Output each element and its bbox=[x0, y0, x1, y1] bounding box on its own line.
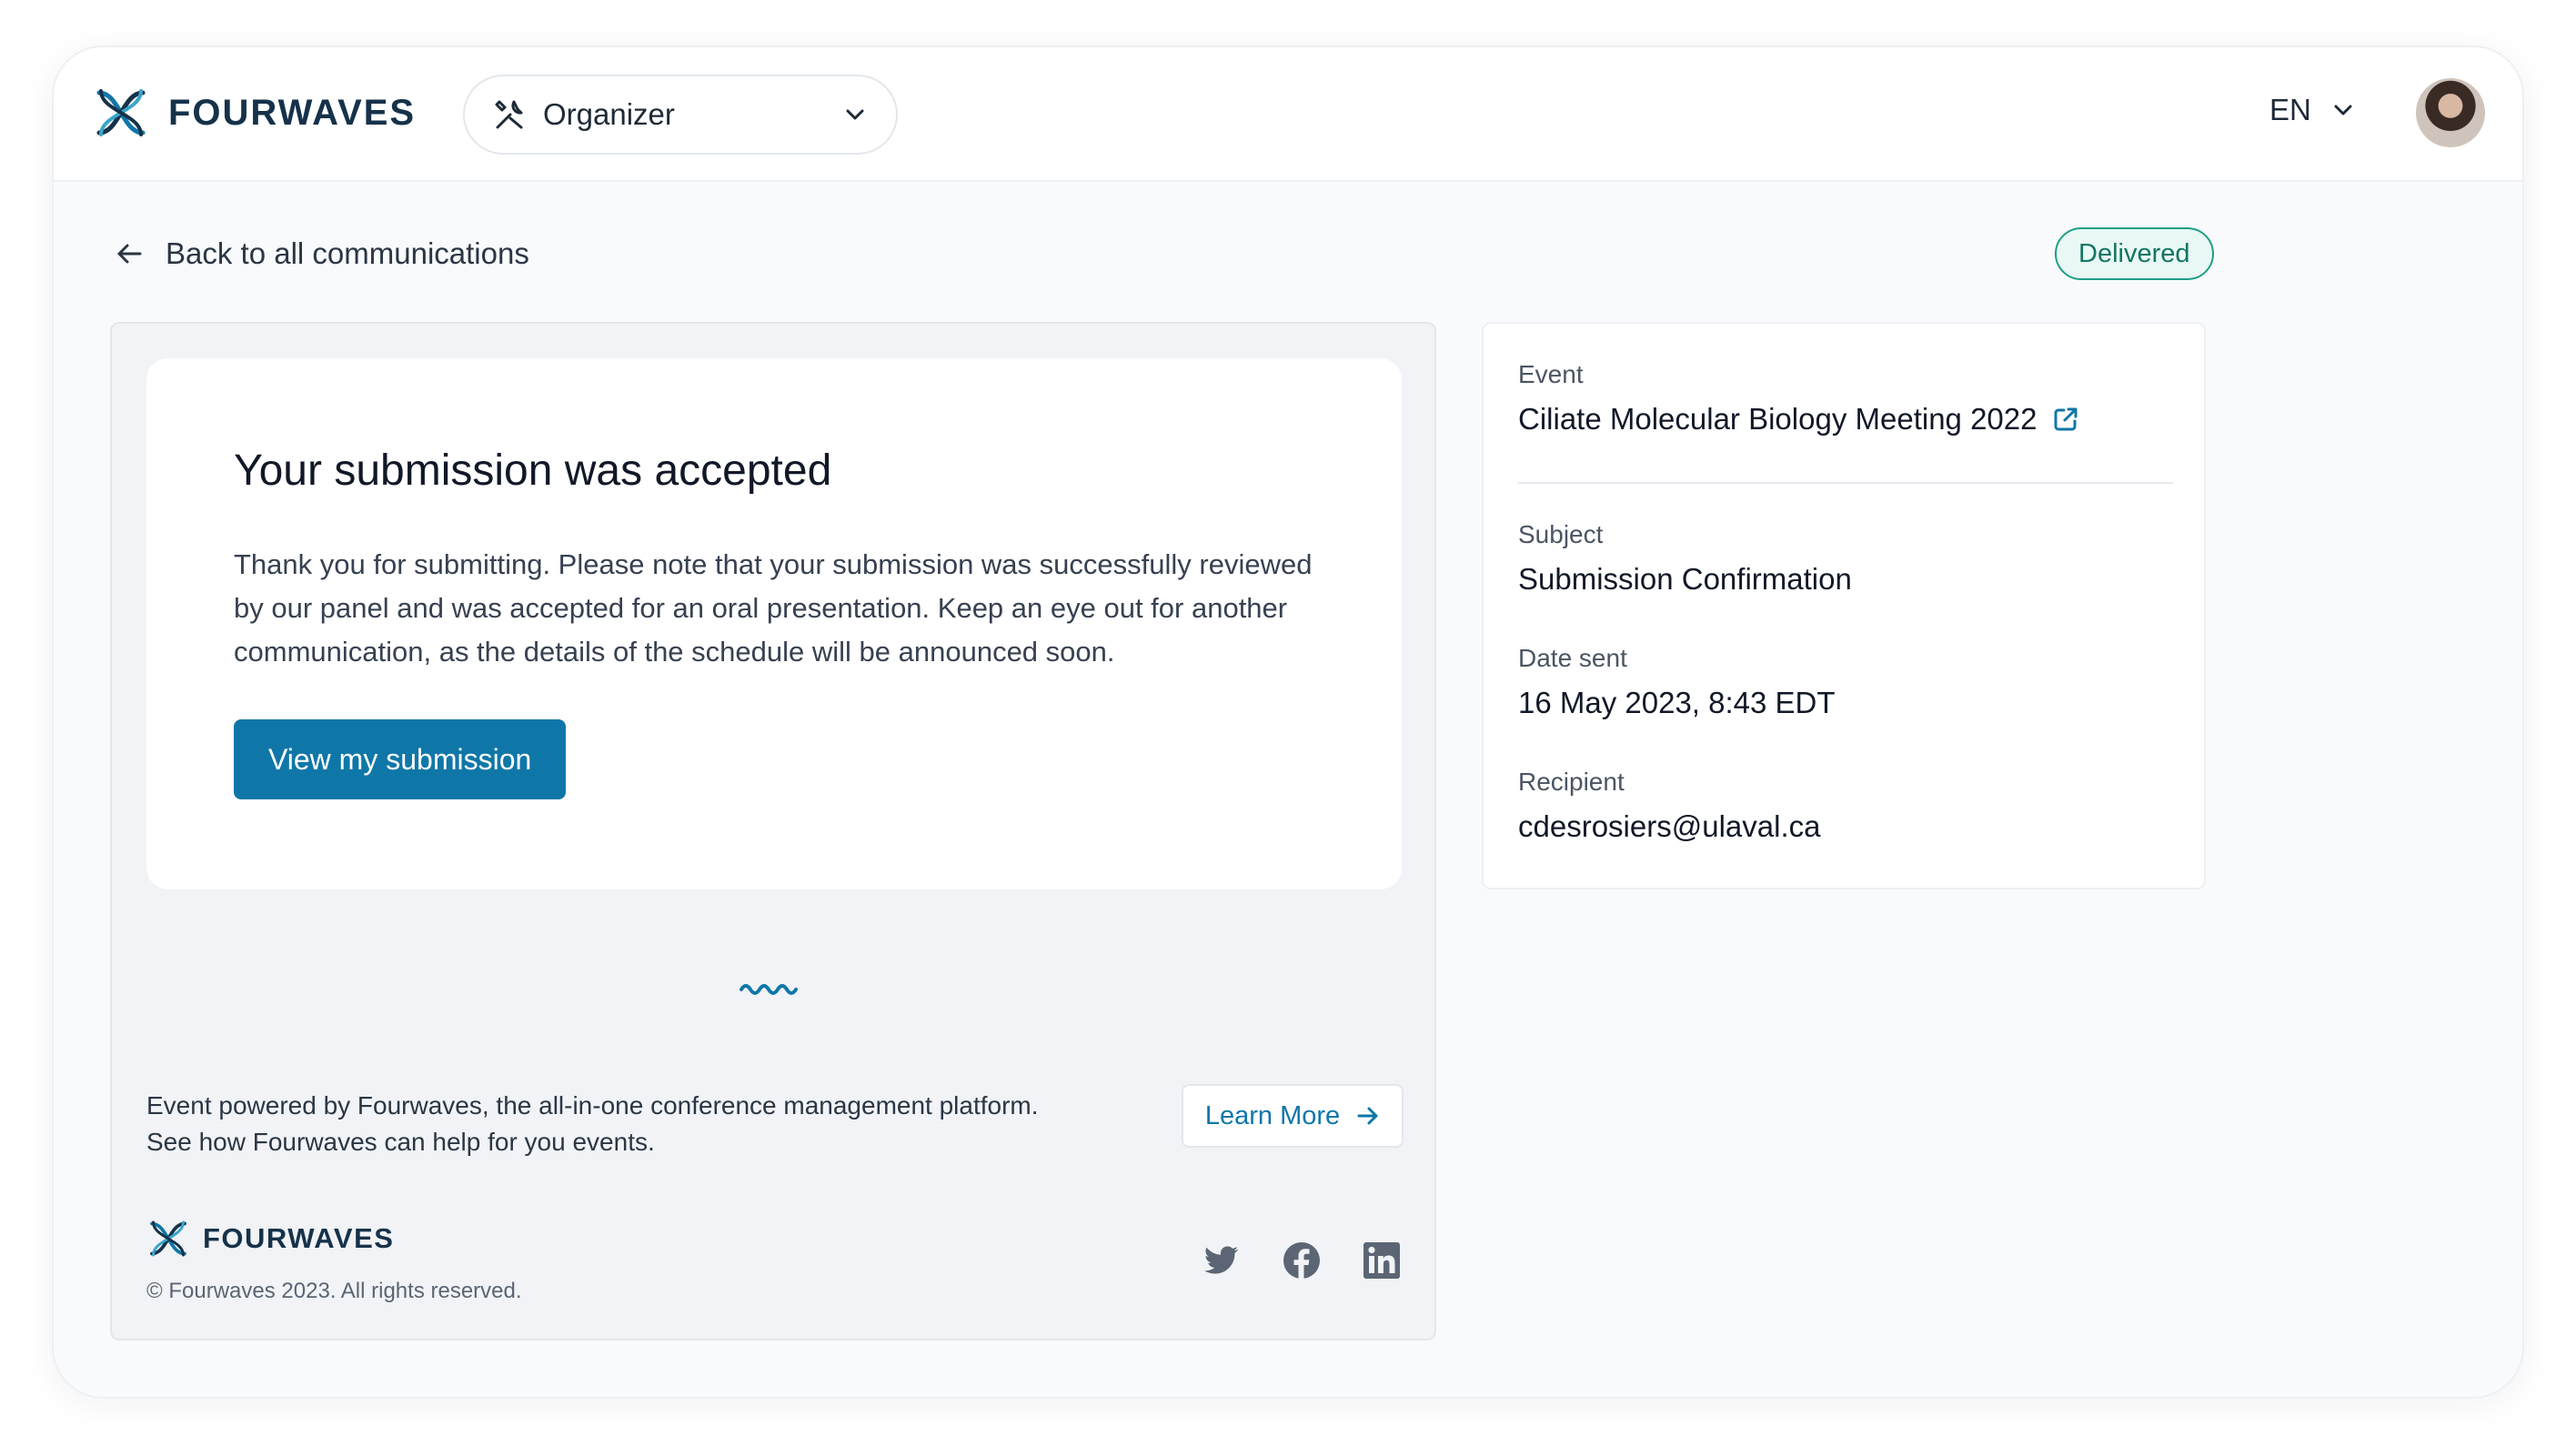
date-sent-value: 16 May 2023, 8:43 EDT bbox=[1518, 686, 1836, 719]
subject-value: Submission Confirmation bbox=[1518, 562, 1852, 596]
top-header: FOURWAVES Organizer EN bbox=[54, 47, 2522, 182]
facebook-icon[interactable] bbox=[1282, 1240, 1322, 1280]
learn-more-button[interactable]: Learn More bbox=[1182, 1084, 1404, 1148]
date-sent-label: Date sent bbox=[1518, 644, 1627, 672]
twitter-icon[interactable] bbox=[1202, 1240, 1242, 1280]
app-window: FOURWAVES Organizer EN Back to all commu… bbox=[52, 45, 2524, 1399]
language-value: EN bbox=[2269, 93, 2311, 126]
brand-logo[interactable]: FOURWAVES bbox=[92, 84, 416, 142]
external-link-icon[interactable] bbox=[2051, 405, 2080, 434]
wave-icon bbox=[740, 984, 798, 995]
language-selector[interactable]: EN bbox=[2269, 93, 2357, 127]
footer-brand-logo[interactable]: FOURWAVES bbox=[146, 1217, 394, 1260]
view-submission-button[interactable]: View my submission bbox=[234, 719, 567, 799]
tools-icon bbox=[495, 100, 523, 129]
brand-name: FOURWAVES bbox=[168, 92, 417, 133]
role-dropdown[interactable]: Organizer bbox=[463, 75, 898, 155]
arrow-left-icon bbox=[117, 244, 142, 264]
divider bbox=[1518, 482, 2173, 484]
event-value-row: Ciliate Molecular Biology Meeting 2022 bbox=[1518, 402, 2173, 437]
event-label: Event bbox=[1518, 360, 1584, 388]
email-title: Your submission was accepted bbox=[234, 447, 832, 495]
email-preview: Your submission was accepted Thank you f… bbox=[110, 322, 1436, 1341]
chevron-down-icon bbox=[2334, 105, 2352, 115]
subject-label: Subject bbox=[1518, 520, 1604, 548]
event-value[interactable]: Ciliate Molecular Biology Meeting 2022 bbox=[1518, 402, 2037, 437]
powered-by-line: See how Fourwaves can help for you event… bbox=[146, 1128, 655, 1156]
powered-by-line: Event powered by Fourwaves, the all-in-o… bbox=[146, 1091, 1039, 1120]
communication-details: Event Ciliate Molecular Biology Meeting … bbox=[1482, 322, 2206, 889]
email-card: Your submission was accepted Thank you f… bbox=[146, 358, 1402, 889]
social-links bbox=[1202, 1240, 1402, 1280]
learn-more-label: Learn More bbox=[1204, 1100, 1341, 1130]
status-badge: Delivered bbox=[2055, 227, 2214, 280]
fourwaves-logo-icon bbox=[150, 1220, 186, 1257]
arrow-right-icon bbox=[1357, 1107, 1378, 1125]
back-link[interactable]: Back to all communications bbox=[113, 236, 529, 271]
powered-by-text: Event powered by Fourwaves, the all-in-o… bbox=[146, 1088, 1147, 1160]
event-field: Event Ciliate Molecular Biology Meeting … bbox=[1518, 360, 2173, 437]
subject-field: Subject Submission Confirmation bbox=[1518, 520, 1852, 597]
copyright-text: © Fourwaves 2023. All rights reserved. bbox=[146, 1279, 522, 1303]
recipient-value: cdesrosiers@ulaval.ca bbox=[1518, 809, 1821, 843]
back-link-label: Back to all communications bbox=[166, 236, 529, 270]
chevron-down-icon bbox=[846, 109, 864, 120]
linkedin-icon[interactable] bbox=[1362, 1240, 1402, 1280]
fourwaves-logo-icon bbox=[96, 89, 146, 136]
email-body: Thank you for submitting. Please note th… bbox=[234, 548, 1313, 668]
recipient-field: Recipient cdesrosiers@ulaval.ca bbox=[1518, 768, 1820, 844]
user-avatar[interactable] bbox=[2416, 78, 2485, 147]
footer-brand-name: FOURWAVES bbox=[203, 1222, 395, 1254]
date-sent-field: Date sent 16 May 2023, 8:43 EDT bbox=[1518, 644, 1836, 720]
recipient-label: Recipient bbox=[1518, 768, 1625, 796]
role-dropdown-value: Organizer bbox=[543, 97, 675, 131]
